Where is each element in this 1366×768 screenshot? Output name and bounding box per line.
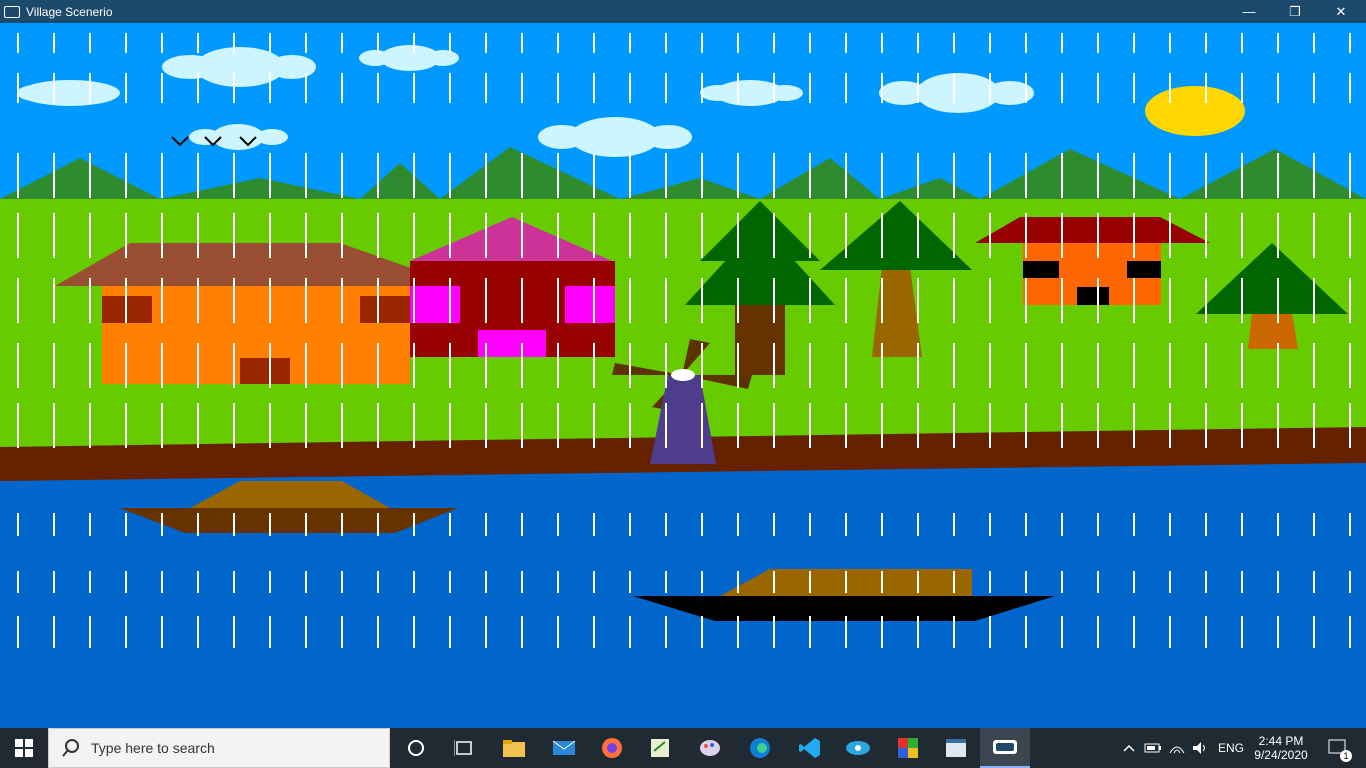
clock[interactable]: 2:44 PM 9/24/2020 xyxy=(1250,728,1312,768)
eye-app-button[interactable] xyxy=(834,728,882,768)
taskbar: Type here to search ENG 2:44 PM 9/24/202… xyxy=(0,728,1366,768)
speaker-icon xyxy=(1193,742,1205,754)
file-explorer-icon xyxy=(503,740,525,757)
window-app-icon xyxy=(946,739,966,757)
notepad-button[interactable] xyxy=(636,728,684,768)
window-app-button[interactable] xyxy=(932,728,980,768)
volume-button[interactable] xyxy=(1190,728,1212,768)
file-explorer-button[interactable] xyxy=(490,728,538,768)
start-button[interactable] xyxy=(0,728,48,768)
edge-icon xyxy=(750,738,770,758)
window-titlebar: Village Scenerio xyxy=(0,0,1366,23)
village-scene-canvas xyxy=(0,23,1366,728)
clock-date: 9/24/2020 xyxy=(1254,748,1308,762)
search-placeholder: Type here to search xyxy=(91,740,215,756)
clock-time: 2:44 PM xyxy=(1258,734,1304,748)
notification-count-badge: 1 xyxy=(1340,750,1352,762)
firefox-icon xyxy=(602,738,622,758)
network-button[interactable] xyxy=(1166,728,1188,768)
sun xyxy=(1145,86,1245,136)
village-scenerio-taskbar-button[interactable] xyxy=(980,728,1030,768)
cortana-button[interactable] xyxy=(392,728,440,768)
search-icon xyxy=(62,739,79,757)
search-input[interactable]: Type here to search xyxy=(48,728,390,768)
battery-button[interactable] xyxy=(1142,728,1164,768)
windows-logo-icon xyxy=(15,739,33,757)
chevron-up-icon xyxy=(1123,744,1135,752)
vscode-icon xyxy=(799,738,820,758)
office-icon xyxy=(898,738,918,758)
cortana-icon xyxy=(408,740,424,756)
office-button[interactable] xyxy=(884,728,932,768)
battery-icon xyxy=(1144,743,1161,753)
restore-button[interactable]: ❐ xyxy=(1272,0,1318,23)
paint-button[interactable] xyxy=(686,728,734,768)
mail-icon xyxy=(552,740,576,755)
mail-button[interactable] xyxy=(540,728,588,768)
close-button[interactable]: ✕ xyxy=(1318,0,1364,23)
task-view-button[interactable] xyxy=(440,728,488,768)
vscode-button[interactable] xyxy=(786,728,834,768)
app-icon xyxy=(4,5,20,18)
notification-center-button[interactable]: 1 xyxy=(1318,728,1358,768)
notepad-icon xyxy=(651,739,669,757)
language-indicator[interactable]: ENG xyxy=(1214,728,1248,768)
edge-button[interactable] xyxy=(736,728,784,768)
firefox-button[interactable] xyxy=(588,728,636,768)
show-hidden-icons-button[interactable] xyxy=(1118,728,1140,768)
wifi-icon xyxy=(1169,746,1185,754)
minimize-button[interactable]: — xyxy=(1226,0,1272,23)
window-title: Village Scenerio xyxy=(26,4,113,19)
village-scenerio-app-icon xyxy=(993,740,1017,754)
eye-app-icon xyxy=(846,741,870,755)
paint-icon xyxy=(700,740,720,756)
task-view-icon xyxy=(454,740,472,756)
